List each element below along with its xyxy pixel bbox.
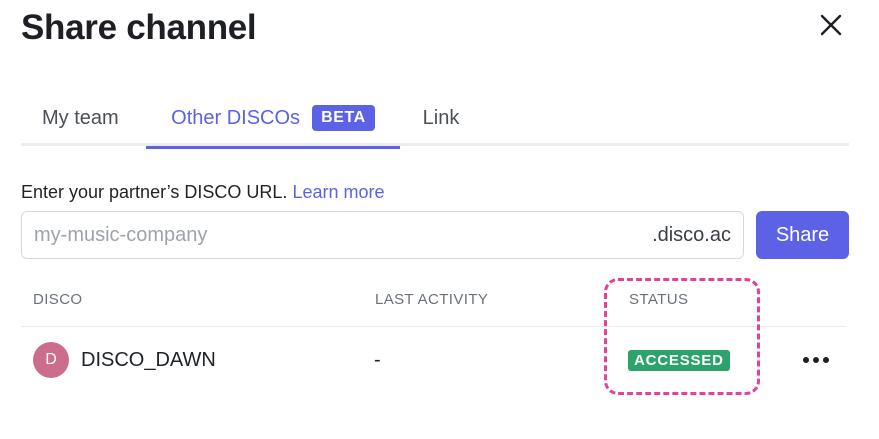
column-header-last-activity: LAST ACTIVITY xyxy=(375,291,489,308)
tab-link[interactable]: Link xyxy=(400,90,482,146)
share-channel-modal: Share channel My team Other DISCOs BETA … xyxy=(0,0,879,439)
beta-badge: BETA xyxy=(312,105,375,131)
row-actions-button[interactable] xyxy=(800,349,832,371)
avatar: D xyxy=(33,342,69,378)
disco-url-field: .disco.ac xyxy=(21,211,744,259)
more-horizontal-icon xyxy=(803,357,829,363)
status-highlight-annotation xyxy=(604,278,760,395)
url-prompt: Enter your partner’s DISCO URL. Learn mo… xyxy=(21,182,385,203)
tab-label: Link xyxy=(422,106,460,129)
learn-more-link[interactable]: Learn more xyxy=(292,182,384,202)
tab-label: My team xyxy=(42,106,119,129)
tab-other-discos[interactable]: Other DISCOs BETA xyxy=(146,90,400,149)
last-activity-value: - xyxy=(374,349,381,371)
tab-label: Other DISCOs xyxy=(171,106,301,129)
disco-name: DISCO_DAWN xyxy=(81,349,216,371)
column-header-disco: DISCO xyxy=(33,291,83,308)
share-button[interactable]: Share xyxy=(756,211,849,259)
close-icon xyxy=(820,14,842,36)
url-suffix: .disco.ac xyxy=(652,223,731,246)
avatar-initial: D xyxy=(45,351,57,368)
tab-bar: My team Other DISCOs BETA Link xyxy=(21,90,849,149)
modal-title: Share channel xyxy=(21,8,257,47)
tab-my-team[interactable]: My team xyxy=(21,90,146,146)
close-button[interactable] xyxy=(815,9,847,41)
url-prompt-text: Enter your partner’s DISCO URL. xyxy=(21,182,288,202)
disco-url-input[interactable] xyxy=(34,223,653,247)
